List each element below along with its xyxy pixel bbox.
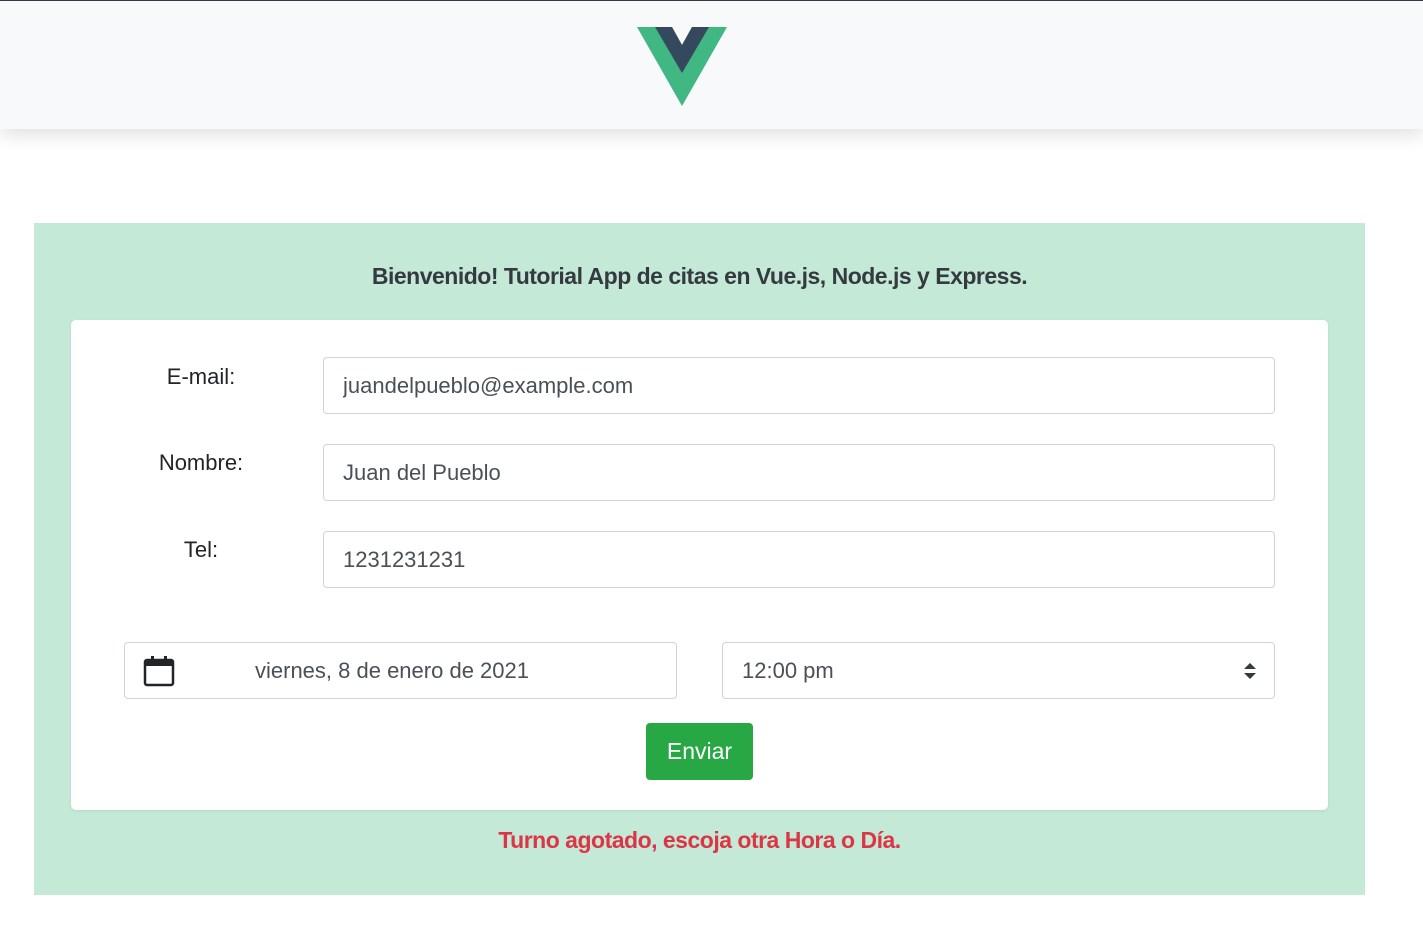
name-field[interactable] [323,444,1275,501]
phone-field[interactable] [323,531,1275,588]
error-message: Turno agotado, escoja otra Hora o Día. [498,827,901,853]
email-field[interactable] [323,357,1275,414]
vue-logo-icon [637,27,727,106]
welcome-title: Bienvenido! Tutorial App de citas en Vue… [371,263,1028,289]
date-picker[interactable]: viernes, 8 de enero de 2021 [124,642,677,699]
email-label: E-mail: [166,364,236,389]
top-navbar [0,0,1423,129]
time-value: 12:00 pm [742,658,834,683]
date-value: viernes, 8 de enero de 2021 [255,658,529,683]
submit-button[interactable]: Enviar [646,723,753,780]
phone-label: Tel: [183,537,219,562]
time-select[interactable]: 12:00 pm [722,642,1275,699]
updown-arrows-icon [1244,663,1256,679]
name-label: Nombre: [158,450,244,475]
calendar-icon[interactable] [143,655,175,687]
